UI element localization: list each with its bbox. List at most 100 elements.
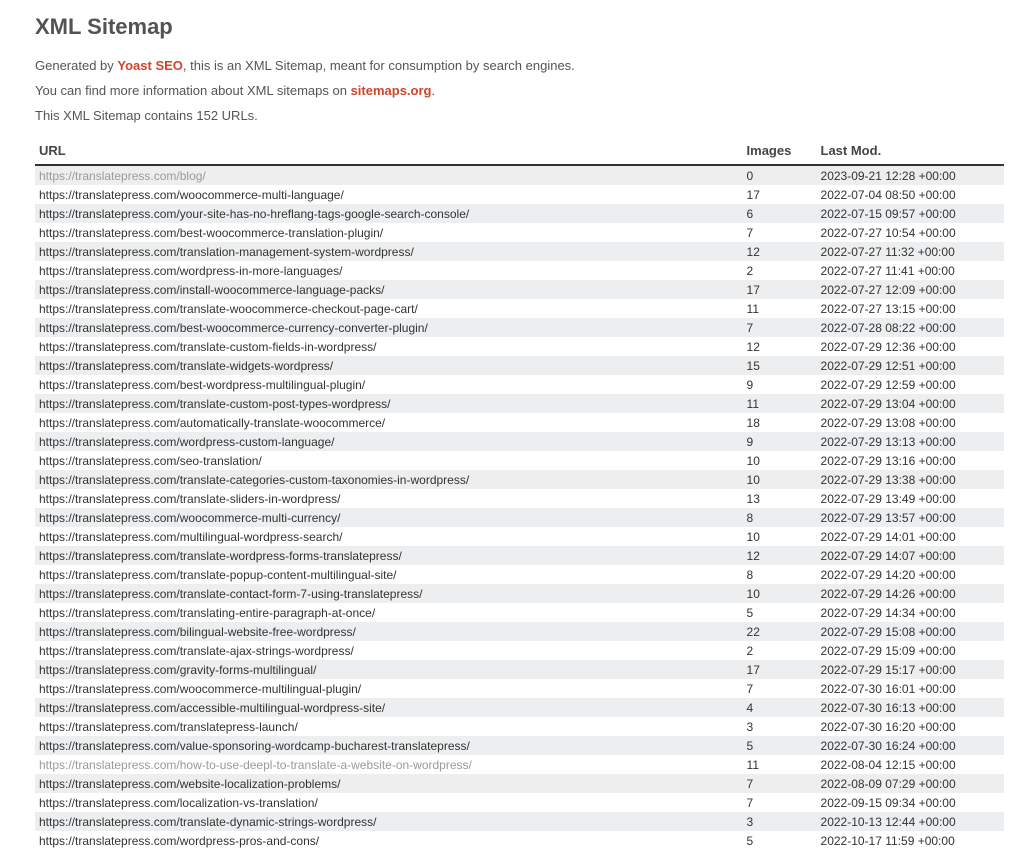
sitemap-url-link[interactable]: https://translatepress.com/localization-… <box>39 796 318 810</box>
cell-lastmod: 2022-07-29 13:08 +00:00 <box>817 413 1004 432</box>
sitemap-url-link[interactable]: https://translatepress.com/best-woocomme… <box>39 226 383 240</box>
cell-lastmod: 2023-09-21 12:28 +00:00 <box>817 165 1004 185</box>
cell-images: 11 <box>743 394 817 413</box>
generated-line: Generated by Yoast SEO, this is an XML S… <box>35 58 1004 73</box>
cell-images: 22 <box>743 622 817 641</box>
sitemap-url-link[interactable]: https://translatepress.com/translate-woo… <box>39 302 418 316</box>
cell-url: https://translatepress.com/translate-sli… <box>35 489 743 508</box>
cell-url: https://translatepress.com/install-wooco… <box>35 280 743 299</box>
table-row: https://translatepress.com/translate-pop… <box>35 565 1004 584</box>
sitemap-url-link[interactable]: https://translatepress.com/woocommerce-m… <box>39 682 361 696</box>
table-row: https://translatepress.com/translate-aja… <box>35 641 1004 660</box>
sitemap-url-link[interactable]: https://translatepress.com/translate-wid… <box>39 359 333 373</box>
sitemap-url-link[interactable]: https://translatepress.com/wordpress-in-… <box>39 264 342 278</box>
cell-images: 15 <box>743 356 817 375</box>
sitemap-url-link[interactable]: https://translatepress.com/translate-sli… <box>39 492 340 506</box>
cell-images: 10 <box>743 470 817 489</box>
cell-url: https://translatepress.com/value-sponsor… <box>35 736 743 755</box>
sitemap-url-link[interactable]: https://translatepress.com/gravity-forms… <box>39 663 316 677</box>
sitemap-url-link[interactable]: https://translatepress.com/wordpress-cus… <box>39 435 334 449</box>
sitemap-url-link[interactable]: https://translatepress.com/translate-dyn… <box>39 815 376 829</box>
cell-url: https://translatepress.com/translating-e… <box>35 603 743 622</box>
cell-lastmod: 2022-07-29 12:59 +00:00 <box>817 375 1004 394</box>
sitemap-url-link[interactable]: https://translatepress.com/translate-cus… <box>39 340 376 354</box>
sitemap-url-link[interactable]: https://translatepress.com/website-local… <box>39 777 340 791</box>
table-row: https://translatepress.com/multilingual-… <box>35 527 1004 546</box>
cell-url: https://translatepress.com/translate-cat… <box>35 470 743 489</box>
sitemap-table: URL Images Last Mod. https://translatepr… <box>35 137 1004 850</box>
sitemap-url-link[interactable]: https://translatepress.com/install-wooco… <box>39 283 384 297</box>
sitemap-url-link[interactable]: https://translatepress.com/multilingual-… <box>39 530 342 544</box>
sitemap-url-link[interactable]: https://translatepress.com/blog/ <box>39 169 206 183</box>
sitemap-url-link[interactable]: https://translatepress.com/best-woocomme… <box>39 321 428 335</box>
table-row: https://translatepress.com/woocommerce-m… <box>35 679 1004 698</box>
sitemap-url-link[interactable]: https://translatepress.com/translate-aja… <box>39 644 354 658</box>
sitemaps-org-link[interactable]: sitemaps.org <box>351 83 432 98</box>
sitemap-url-link[interactable]: https://translatepress.com/accessible-mu… <box>39 701 385 715</box>
cell-url: https://translatepress.com/woocommerce-m… <box>35 508 743 527</box>
table-row: https://translatepress.com/install-wooco… <box>35 280 1004 299</box>
sitemap-url-link[interactable]: https://translatepress.com/automatically… <box>39 416 385 430</box>
sitemap-url-link[interactable]: https://translatepress.com/translation-m… <box>39 245 414 259</box>
cell-lastmod: 2022-07-30 16:20 +00:00 <box>817 717 1004 736</box>
sitemap-url-link[interactable]: https://translatepress.com/best-wordpres… <box>39 378 365 392</box>
table-row: https://translatepress.com/best-wordpres… <box>35 375 1004 394</box>
sitemap-url-link[interactable]: https://translatepress.com/translatepres… <box>39 720 298 734</box>
cell-url: https://translatepress.com/translate-wor… <box>35 546 743 565</box>
sitemap-url-link[interactable]: https://translatepress.com/bilingual-web… <box>39 625 356 639</box>
cell-lastmod: 2022-09-15 09:34 +00:00 <box>817 793 1004 812</box>
url-count-line: This XML Sitemap contains 152 URLs. <box>35 108 1004 123</box>
table-row: https://translatepress.com/localization-… <box>35 793 1004 812</box>
generated-prefix: Generated by <box>35 58 117 73</box>
sitemap-url-link[interactable]: https://translatepress.com/translate-cat… <box>39 473 469 487</box>
cell-url: https://translatepress.com/woocommerce-m… <box>35 185 743 204</box>
sitemap-url-link[interactable]: https://translatepress.com/translate-pop… <box>39 568 397 582</box>
cell-url: https://translatepress.com/accessible-mu… <box>35 698 743 717</box>
cell-lastmod: 2022-07-27 10:54 +00:00 <box>817 223 1004 242</box>
sitemap-url-link[interactable]: https://translatepress.com/translate-wor… <box>39 549 402 563</box>
sitemap-url-link[interactable]: https://translatepress.com/translating-e… <box>39 606 375 620</box>
cell-url: https://translatepress.com/best-wordpres… <box>35 375 743 394</box>
cell-url: https://translatepress.com/blog/ <box>35 165 743 185</box>
table-body: https://translatepress.com/blog/02023-09… <box>35 165 1004 850</box>
cell-images: 7 <box>743 793 817 812</box>
cell-url: https://translatepress.com/translate-wid… <box>35 356 743 375</box>
table-row: https://translatepress.com/best-woocomme… <box>35 318 1004 337</box>
cell-lastmod: 2022-07-29 13:13 +00:00 <box>817 432 1004 451</box>
sitemap-url-link[interactable]: https://translatepress.com/your-site-has… <box>39 207 469 221</box>
cell-url: https://translatepress.com/how-to-use-de… <box>35 755 743 774</box>
generated-suffix: , this is an XML Sitemap, meant for cons… <box>183 58 575 73</box>
table-row: https://translatepress.com/translating-e… <box>35 603 1004 622</box>
cell-lastmod: 2022-10-13 12:44 +00:00 <box>817 812 1004 831</box>
cell-url: https://translatepress.com/multilingual-… <box>35 527 743 546</box>
sitemap-url-link[interactable]: https://translatepress.com/how-to-use-de… <box>39 758 472 772</box>
cell-images: 12 <box>743 546 817 565</box>
cell-lastmod: 2022-07-30 16:13 +00:00 <box>817 698 1004 717</box>
table-row: https://translatepress.com/wordpress-in-… <box>35 261 1004 280</box>
cell-url: https://translatepress.com/wordpress-pro… <box>35 831 743 850</box>
table-row: https://translatepress.com/translate-dyn… <box>35 812 1004 831</box>
sitemap-url-link[interactable]: https://translatepress.com/wordpress-pro… <box>39 834 319 848</box>
cell-lastmod: 2022-07-29 13:57 +00:00 <box>817 508 1004 527</box>
column-images: Images <box>743 137 817 165</box>
cell-lastmod: 2022-07-30 16:24 +00:00 <box>817 736 1004 755</box>
sitemap-url-link[interactable]: https://translatepress.com/woocommerce-m… <box>39 188 344 202</box>
sitemap-url-link[interactable]: https://translatepress.com/translate-con… <box>39 587 422 601</box>
cell-images: 13 <box>743 489 817 508</box>
table-row: https://translatepress.com/translate-sli… <box>35 489 1004 508</box>
cell-url: https://translatepress.com/automatically… <box>35 413 743 432</box>
cell-images: 7 <box>743 223 817 242</box>
cell-lastmod: 2022-07-27 11:41 +00:00 <box>817 261 1004 280</box>
cell-images: 0 <box>743 165 817 185</box>
sitemap-url-link[interactable]: https://translatepress.com/value-sponsor… <box>39 739 470 753</box>
yoast-link[interactable]: Yoast SEO <box>117 58 183 73</box>
cell-url: https://translatepress.com/localization-… <box>35 793 743 812</box>
sitemap-url-link[interactable]: https://translatepress.com/translate-cus… <box>39 397 390 411</box>
sitemap-url-link[interactable]: https://translatepress.com/woocommerce-m… <box>39 511 340 525</box>
cell-images: 5 <box>743 736 817 755</box>
cell-images: 5 <box>743 831 817 850</box>
cell-url: https://translatepress.com/woocommerce-m… <box>35 679 743 698</box>
cell-images: 17 <box>743 280 817 299</box>
table-row: https://translatepress.com/translatepres… <box>35 717 1004 736</box>
sitemap-url-link[interactable]: https://translatepress.com/seo-translati… <box>39 454 262 468</box>
